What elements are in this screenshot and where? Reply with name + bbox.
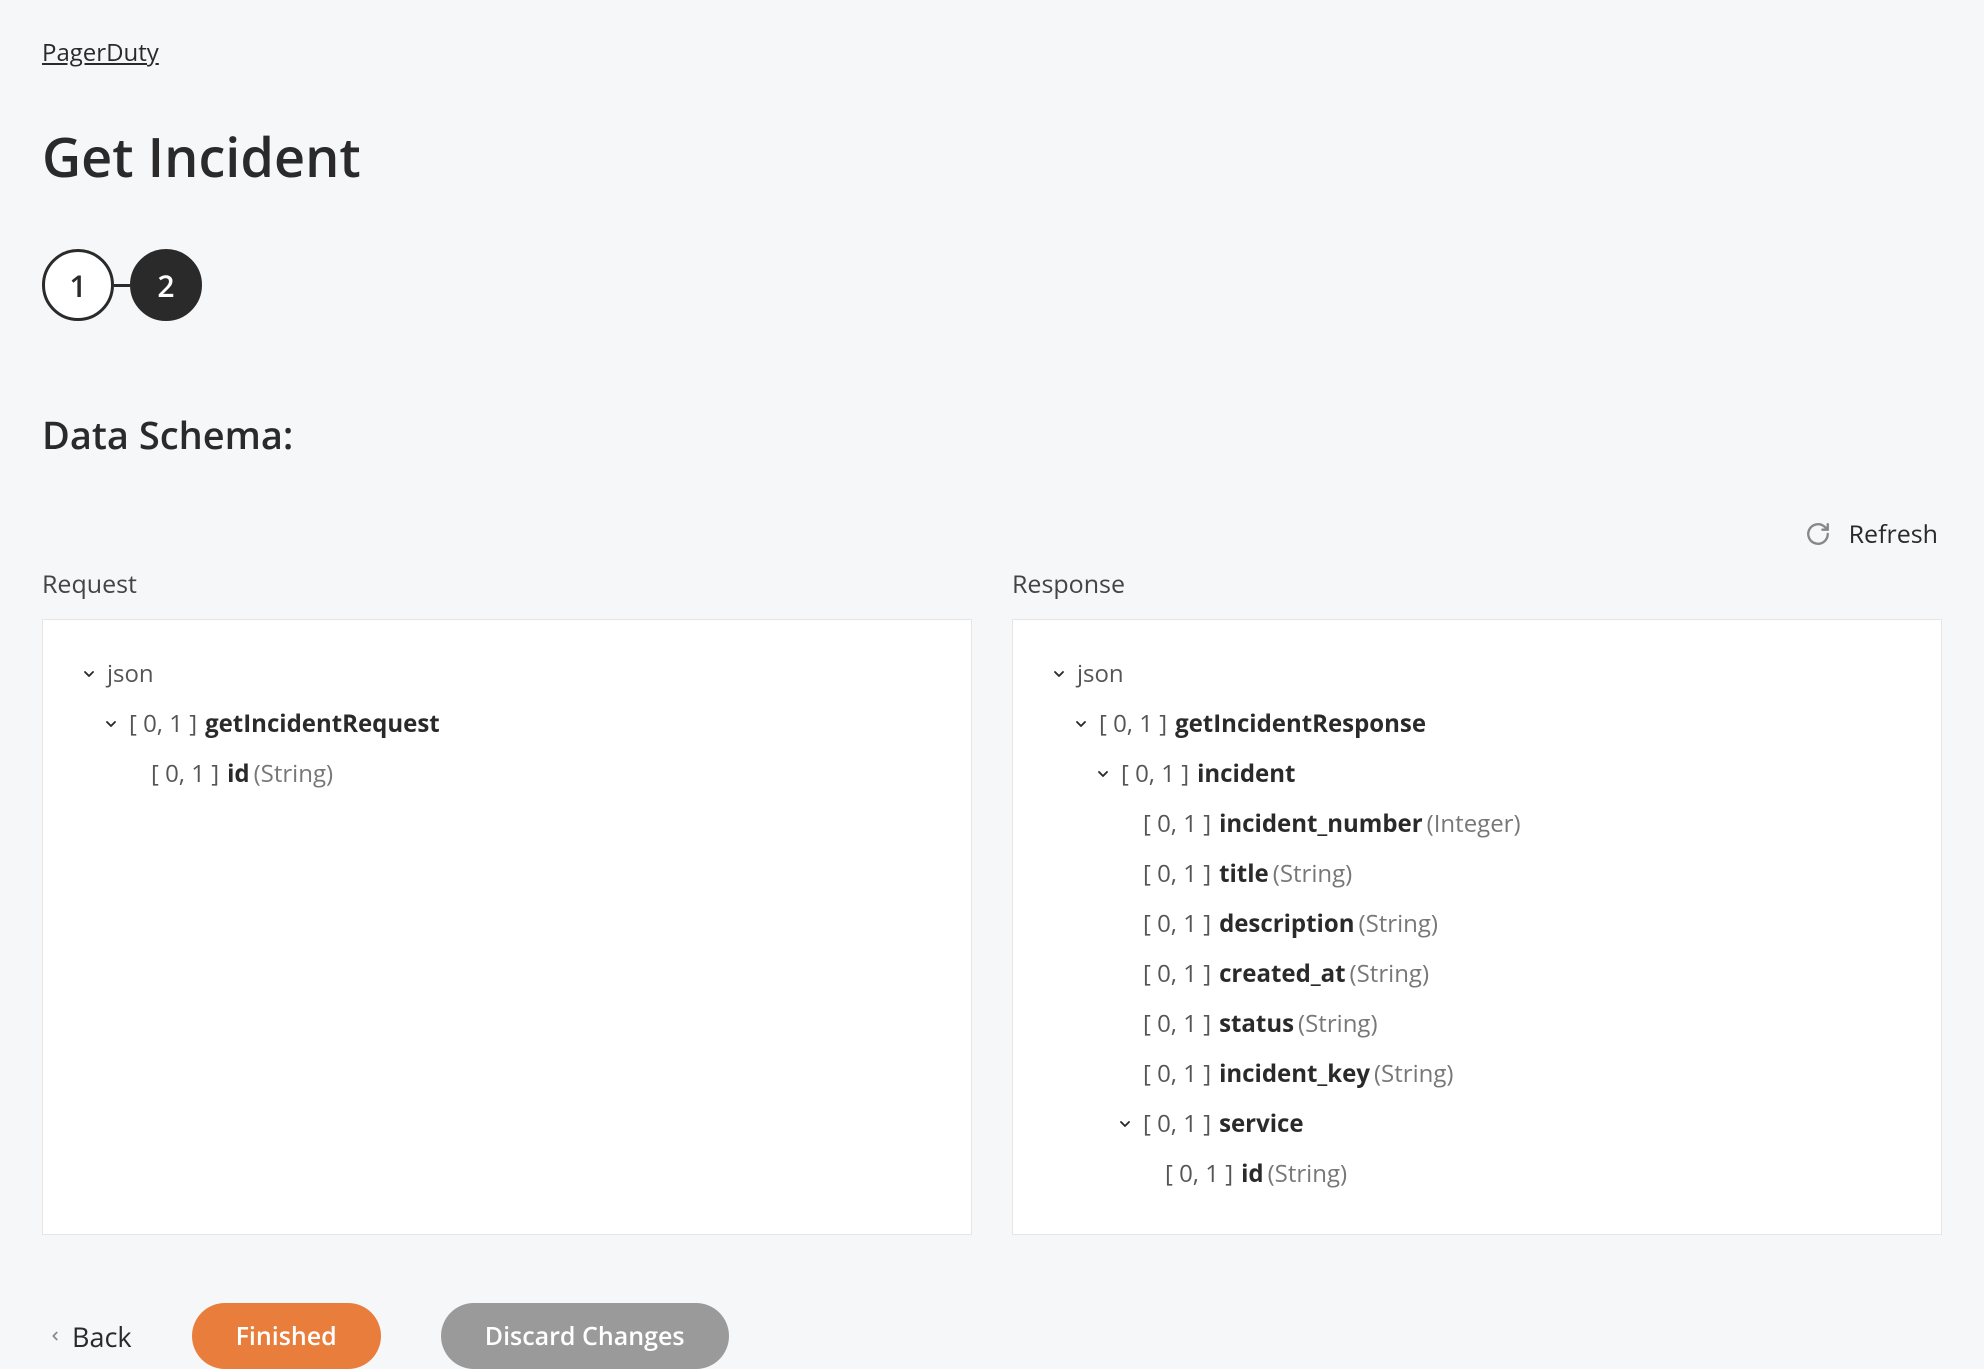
tree-node[interactable]: [ 0, 1 ]status (String) — [1117, 1006, 1903, 1042]
discard-button[interactable]: Discard Changes — [441, 1303, 729, 1369]
tree-node[interactable]: [ 0, 1 ]id (String) — [125, 756, 933, 792]
tree-root[interactable]: json — [1051, 656, 1903, 692]
chevron-down-icon — [1073, 716, 1091, 732]
chevron-down-icon — [1117, 1116, 1135, 1132]
page-title: Get Incident — [42, 119, 1942, 193]
tree-node[interactable]: [ 0, 1 ]service — [1117, 1106, 1903, 1142]
cardinality: [ 0, 1 ] — [1143, 856, 1211, 892]
tree-node[interactable]: [ 0, 1 ]description (String) — [1117, 906, 1903, 942]
field-type: (String) — [1350, 956, 1430, 992]
request-column: Request json[ 0, 1 ]getIncidentRequest[ … — [42, 567, 972, 1235]
cardinality: [ 0, 1 ] — [129, 706, 197, 742]
chevron-down-icon — [1051, 666, 1069, 682]
back-label: Back — [72, 1318, 132, 1355]
response-panel: json[ 0, 1 ]getIncidentResponse[ 0, 1 ]i… — [1012, 619, 1942, 1235]
cardinality: [ 0, 1 ] — [1143, 1106, 1211, 1142]
breadcrumb: PagerDuty — [42, 36, 1942, 69]
field-type: (String) — [254, 756, 334, 792]
step-2[interactable]: 2 — [130, 249, 202, 321]
finished-button[interactable]: Finished — [192, 1303, 381, 1369]
tree-node[interactable]: [ 0, 1 ]title (String) — [1117, 856, 1903, 892]
tree-node[interactable]: [ 0, 1 ]incident_key (String) — [1117, 1056, 1903, 1092]
tree-node[interactable]: [ 0, 1 ]id (String) — [1139, 1156, 1903, 1192]
breadcrumb-parent-link[interactable]: PagerDuty — [42, 36, 159, 69]
field-name: getIncidentRequest — [205, 706, 440, 742]
cardinality: [ 0, 1 ] — [151, 756, 219, 792]
field-name: incident_key — [1219, 1056, 1370, 1092]
field-name: incident — [1197, 756, 1295, 792]
field-type: (Integer) — [1427, 806, 1521, 842]
cardinality: [ 0, 1 ] — [1143, 806, 1211, 842]
field-type: (String) — [1298, 1006, 1378, 1042]
field-type: (String) — [1268, 1156, 1348, 1192]
chevron-down-icon — [81, 666, 99, 682]
field-name: id — [1241, 1156, 1264, 1192]
field-type: (String) — [1358, 906, 1438, 942]
tree-root-label: json — [1077, 656, 1124, 692]
field-name: created_at — [1219, 956, 1345, 992]
footer-actions: Back Finished Discard Changes — [42, 1303, 1942, 1369]
field-name: incident_number — [1219, 806, 1423, 842]
tree-node[interactable]: [ 0, 1 ]created_at (String) — [1117, 956, 1903, 992]
cardinality: [ 0, 1 ] — [1143, 956, 1211, 992]
back-button[interactable]: Back — [48, 1318, 132, 1355]
field-name: service — [1219, 1106, 1304, 1142]
chevron-down-icon — [1095, 766, 1113, 782]
field-name: status — [1219, 1006, 1294, 1042]
cardinality: [ 0, 1 ] — [1143, 1056, 1211, 1092]
step-connector — [114, 284, 130, 287]
cardinality: [ 0, 1 ] — [1143, 1006, 1211, 1042]
refresh-label: Refresh — [1849, 517, 1938, 551]
section-header: Data Schema: — [42, 409, 1942, 461]
cardinality: [ 0, 1 ] — [1165, 1156, 1233, 1192]
tree-node[interactable]: [ 0, 1 ]getIncidentRequest — [103, 706, 933, 742]
field-name: title — [1219, 856, 1269, 892]
response-column: Response json[ 0, 1 ]getIncidentResponse… — [1012, 567, 1942, 1235]
step-1[interactable]: 1 — [42, 249, 114, 321]
refresh-icon — [1805, 521, 1831, 547]
tree-root-label: json — [107, 656, 154, 692]
field-name: description — [1219, 906, 1354, 942]
field-type: (String) — [1273, 856, 1353, 892]
chevron-down-icon — [103, 716, 121, 732]
tree-node[interactable]: [ 0, 1 ]incident_number (Integer) — [1117, 806, 1903, 842]
response-header: Response — [1012, 567, 1942, 601]
stepper: 1 2 — [42, 249, 1942, 321]
tree-root[interactable]: json — [81, 656, 933, 692]
field-name: id — [227, 756, 250, 792]
request-panel: json[ 0, 1 ]getIncidentRequest[ 0, 1 ]id… — [42, 619, 972, 1235]
cardinality: [ 0, 1 ] — [1121, 756, 1189, 792]
request-header: Request — [42, 567, 972, 601]
cardinality: [ 0, 1 ] — [1143, 906, 1211, 942]
chevron-left-icon — [48, 1326, 62, 1346]
cardinality: [ 0, 1 ] — [1099, 706, 1167, 742]
refresh-button[interactable]: Refresh — [1805, 517, 1938, 551]
tree-node[interactable]: [ 0, 1 ]incident — [1095, 756, 1903, 792]
field-type: (String) — [1374, 1056, 1454, 1092]
tree-node[interactable]: [ 0, 1 ]getIncidentResponse — [1073, 706, 1903, 742]
field-name: getIncidentResponse — [1175, 706, 1426, 742]
